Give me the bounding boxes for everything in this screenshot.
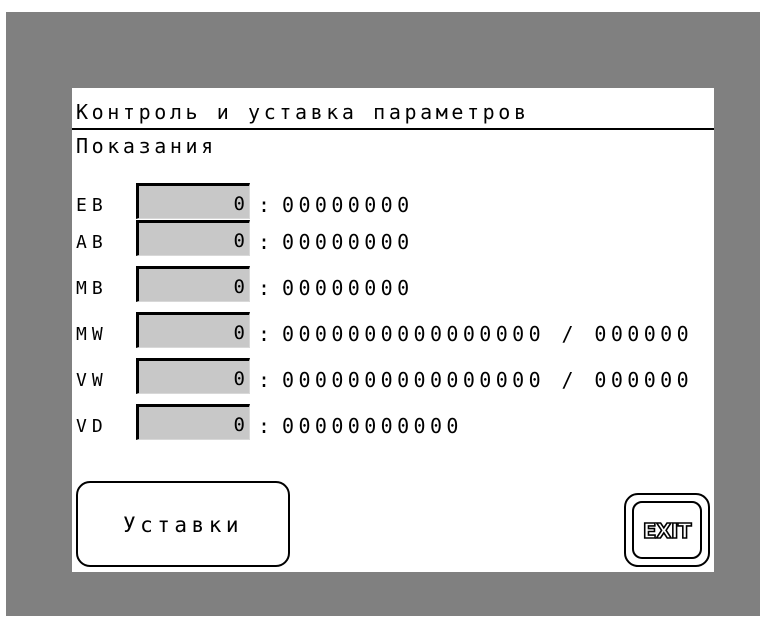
row-separator: : bbox=[258, 193, 271, 217]
row-label: MB bbox=[76, 278, 108, 299]
row-bits: 00000000 bbox=[282, 276, 414, 300]
device-frame: Контроль и уставка параметров Показания … bbox=[6, 12, 760, 616]
title-bar: Контроль и уставка параметров bbox=[72, 88, 714, 130]
readout-row-ab: AB 0 : 00000000 bbox=[72, 220, 714, 260]
value-field[interactable]: 0 bbox=[136, 220, 250, 256]
row-label: VD bbox=[76, 416, 108, 437]
value-field[interactable]: 0 bbox=[136, 358, 250, 394]
value-field[interactable]: 0 bbox=[136, 404, 250, 440]
row-separator: : bbox=[258, 322, 271, 346]
readout-row-eb: EB 0 : 00000000 bbox=[72, 183, 714, 223]
value-field[interactable]: 0 bbox=[136, 266, 250, 302]
value-field[interactable]: 0 bbox=[136, 312, 250, 348]
row-separator: : bbox=[258, 276, 271, 300]
readout-row-vw: VW 0 : 0000000000000000 / 000000 bbox=[72, 358, 714, 398]
value-text: 0 bbox=[233, 230, 245, 252]
settings-button-label: Уставки bbox=[122, 513, 243, 537]
exit-button-label: EXIT bbox=[642, 518, 692, 544]
exit-button[interactable]: EXIT bbox=[624, 493, 710, 567]
row-bits: 0000000000000000 / 000000 bbox=[282, 368, 694, 392]
value-text: 0 bbox=[233, 414, 245, 436]
row-bits: 0000000000000000 / 000000 bbox=[282, 322, 694, 346]
row-label: VW bbox=[76, 370, 108, 391]
row-bits: 00000000 bbox=[282, 230, 414, 254]
readout-row-mw: MW 0 : 0000000000000000 / 000000 bbox=[72, 312, 714, 352]
row-separator: : bbox=[258, 230, 271, 254]
row-separator: : bbox=[258, 368, 271, 392]
hmi-screen: Контроль и уставка параметров Показания … bbox=[72, 88, 714, 572]
value-text: 0 bbox=[233, 368, 245, 390]
readout-row-mb: MB 0 : 00000000 bbox=[72, 266, 714, 306]
row-label: AB bbox=[76, 232, 108, 253]
readout-row-vd: VD 0 : 00000000000 bbox=[72, 404, 714, 444]
value-text: 0 bbox=[233, 322, 245, 344]
value-text: 0 bbox=[233, 193, 245, 215]
row-bits: 00000000000 bbox=[282, 414, 463, 438]
exit-icon: EXIT bbox=[632, 501, 702, 559]
section-title: Показания bbox=[76, 134, 217, 158]
row-separator: : bbox=[258, 414, 271, 438]
row-label: EB bbox=[76, 195, 108, 216]
row-label: MW bbox=[76, 324, 108, 345]
settings-button[interactable]: Уставки bbox=[76, 481, 290, 567]
value-text: 0 bbox=[233, 276, 245, 298]
row-bits: 00000000 bbox=[282, 193, 414, 217]
page-title: Контроль и уставка параметров bbox=[76, 100, 530, 124]
value-field[interactable]: 0 bbox=[136, 183, 250, 219]
